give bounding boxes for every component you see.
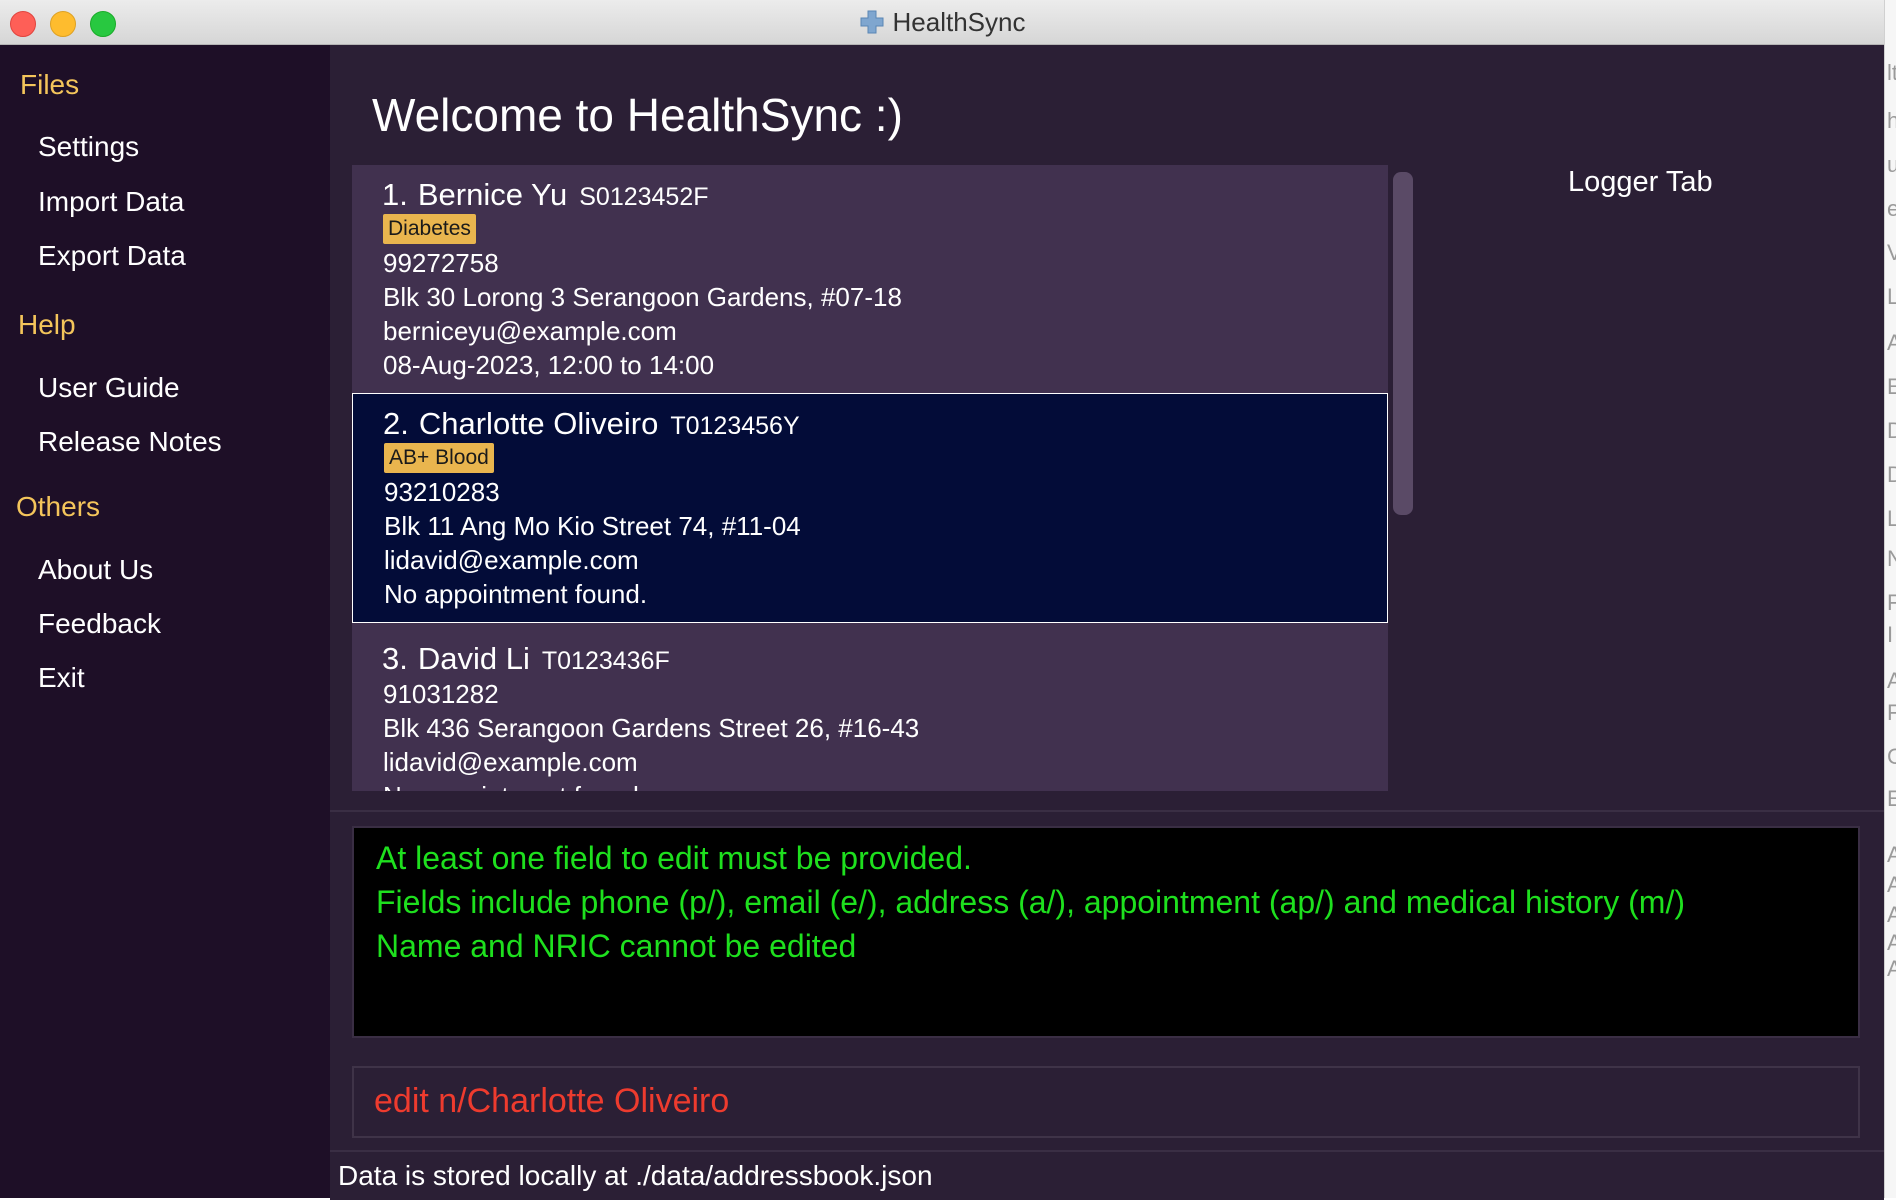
patient-nric: T0123456Y xyxy=(670,412,800,440)
patient-index: 1. xyxy=(382,177,408,212)
patient-address: Blk 30 Lorong 3 Serangoon Gardens, #07-1… xyxy=(383,282,902,312)
background-window-glyph: N xyxy=(1887,546,1896,572)
result-line: At least one field to edit must be provi… xyxy=(376,840,972,876)
patient-index: 3. xyxy=(382,641,408,676)
background-window-glyph: I xyxy=(1887,622,1894,647)
patient-card-header: 2. Charlotte Oliveiro T0123456Y xyxy=(383,406,800,442)
patient-nric: S0123452F xyxy=(579,183,709,211)
background-window-glyph: AF xyxy=(1887,956,1896,982)
background-window-glyph: C xyxy=(1887,744,1896,770)
background-window-glyph: lt xyxy=(1887,60,1896,85)
patient-address: Blk 11 Ang Mo Kio Street 74, #11-04 xyxy=(384,511,801,541)
patient-card[interactable]: 1. Bernice Yu S0123452F Diabetes 9927275… xyxy=(352,165,1388,393)
background-window-glyph: ea xyxy=(1887,196,1896,222)
background-window-glyph: E xyxy=(1887,786,1896,812)
patient-appointment: No appointment found. xyxy=(384,579,648,609)
background-window-glyph: AF xyxy=(1887,842,1896,868)
patient-list-scrollbar[interactable] xyxy=(1393,172,1413,515)
patient-card-header: 1. Bernice Yu S0123452F xyxy=(382,177,709,213)
background-window-glyph: u xyxy=(1887,152,1896,178)
background-window-glyph: E xyxy=(1887,374,1896,400)
background-window-glyph: V xyxy=(1887,240,1896,266)
sidebar-item-feedback[interactable]: Feedback xyxy=(38,608,161,640)
medical-tag: AB+ Blood xyxy=(384,443,494,473)
patient-card-header: 3. David Li T0123436F xyxy=(382,641,670,677)
sidebar-item-about-us[interactable]: About Us xyxy=(38,554,153,586)
sidebar-item-settings[interactable]: Settings xyxy=(38,131,139,163)
medical-cross-icon xyxy=(860,10,884,34)
patient-name: Bernice Yu xyxy=(417,177,568,212)
background-window-glyph: D xyxy=(1887,462,1896,488)
background-window-glyph: D xyxy=(1887,418,1896,444)
patient-phone: 93210283 xyxy=(384,477,500,507)
patient-email: lidavid@example.com xyxy=(383,747,638,777)
patient-card[interactable]: 3. David Li T0123436F 91031282 Blk 436 S… xyxy=(352,623,1388,791)
background-window-glyph: AF xyxy=(1887,872,1896,898)
sidebar-item-export-data[interactable]: Export Data xyxy=(38,240,186,272)
status-text: Data is stored locally at ./data/address… xyxy=(338,1160,933,1191)
sidebar-heading-files: Files xyxy=(20,69,80,100)
sidebar: Files Settings Import Data Export Data H… xyxy=(0,45,330,1198)
sidebar-heading-help: Help xyxy=(18,309,76,340)
sidebar-item-import-data[interactable]: Import Data xyxy=(38,186,184,218)
sidebar-item-user-guide[interactable]: User Guide xyxy=(38,372,180,404)
title-bar: HealthSync xyxy=(0,0,1884,45)
patient-email: lidavid@example.com xyxy=(384,545,639,575)
patient-list[interactable]: 1. Bernice Yu S0123452F Diabetes 9927275… xyxy=(352,165,1388,791)
background-window-glyph: L xyxy=(1887,284,1896,310)
result-line: Fields include phone (p/), email (e/), a… xyxy=(376,884,1685,920)
patient-index: 2. xyxy=(383,406,409,441)
patient-email: berniceyu@example.com xyxy=(383,316,677,346)
patient-address: Blk 436 Serangoon Gardens Street 26, #16… xyxy=(383,713,920,743)
patient-phone: 99272758 xyxy=(383,248,499,278)
result-display: At least one field to edit must be provi… xyxy=(352,826,1860,1038)
logger-tab[interactable]: Logger Tab xyxy=(1568,166,1713,199)
window-title: HealthSync xyxy=(892,6,1026,37)
patient-nric: T0123436F xyxy=(541,647,670,675)
status-bar: Data is stored locally at ./data/address… xyxy=(330,1150,1884,1200)
patient-appointment: 08-Aug-2023, 12:00 to 14:00 xyxy=(383,350,715,380)
page-title: Welcome to HealthSync :) xyxy=(372,89,903,141)
command-input[interactable] xyxy=(374,1082,1834,1121)
background-window-glyph: L xyxy=(1887,506,1896,532)
sidebar-item-release-notes[interactable]: Release Notes xyxy=(38,426,222,458)
background-window-glyph: AF xyxy=(1887,930,1896,956)
patient-name: Charlotte Oliveiro xyxy=(418,406,659,441)
patient-appointment: No appointment found. xyxy=(383,781,646,791)
sidebar-heading-others: Others xyxy=(16,491,101,522)
background-window-glyph: h xyxy=(1887,108,1896,134)
patient-name: David Li xyxy=(417,641,530,676)
background-window-glyph: F xyxy=(1887,590,1896,616)
divider xyxy=(330,810,1884,812)
command-box[interactable] xyxy=(352,1066,1860,1138)
patient-phone: 91031282 xyxy=(383,679,499,709)
background-window-glyph: F xyxy=(1887,700,1896,726)
background-window-glyph: A xyxy=(1887,330,1896,356)
result-line: Name and NRIC cannot be edited xyxy=(376,928,857,964)
background-window-edge: lthueaVLAEDDLNFIAFCEAFAFAFAFAF xyxy=(1884,0,1896,1198)
background-window-glyph: A xyxy=(1887,668,1896,694)
window-title-group: HealthSync xyxy=(0,0,1884,44)
sidebar-item-exit[interactable]: Exit xyxy=(38,662,85,694)
background-window-glyph: AF xyxy=(1887,902,1896,928)
medical-tag: Diabetes xyxy=(383,214,476,244)
patient-card-selected[interactable]: 2. Charlotte Oliveiro T0123456Y AB+ Bloo… xyxy=(352,393,1388,623)
